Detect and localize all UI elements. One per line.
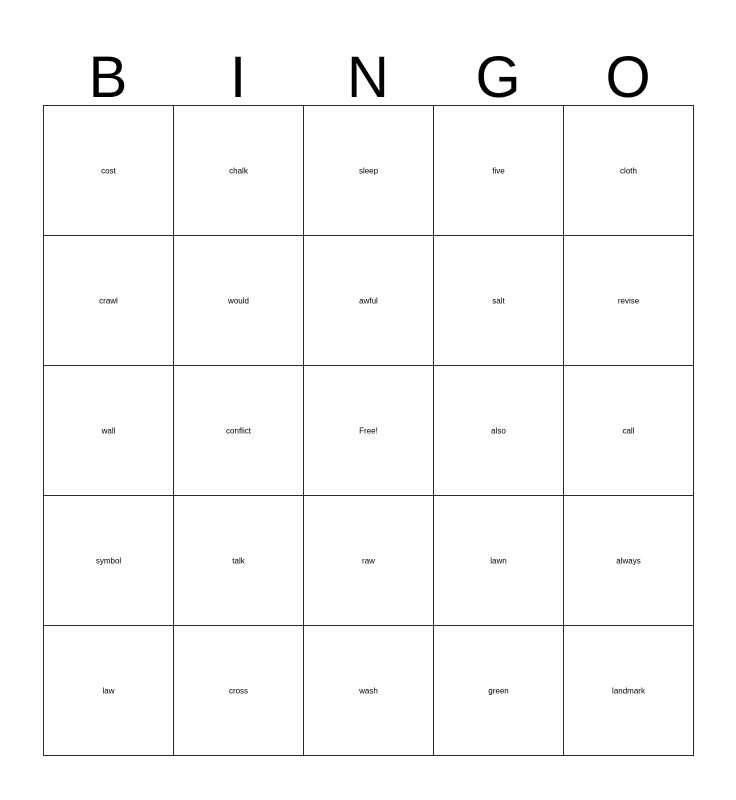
bingo-cell[interactable]: law <box>44 626 174 756</box>
bingo-cell-label: talk <box>232 555 245 565</box>
bingo-header-letter-n: N <box>347 44 389 110</box>
bingo-cell-label: call <box>622 425 635 435</box>
bingo-cell-label: revise <box>617 295 640 305</box>
bingo-cell-label: chalk <box>229 165 248 175</box>
bingo-header-letter-b: B <box>88 44 128 110</box>
bingo-header-letter-o: O <box>605 44 651 110</box>
bingo-cell[interactable]: cost <box>44 106 174 236</box>
bingo-cell-label: law <box>102 685 115 695</box>
bingo-cell[interactable]: chalk <box>174 106 304 236</box>
bingo-cell-label: also <box>491 425 506 435</box>
bingo-cell-label: conflict <box>226 425 251 435</box>
bingo-cell-label: wash <box>359 685 378 695</box>
bingo-cell[interactable]: talk <box>174 496 304 626</box>
bingo-cell[interactable]: salt <box>434 236 564 366</box>
bingo-cell-free[interactable]: Free! <box>304 366 434 496</box>
bingo-cell[interactable]: sleep <box>304 106 434 236</box>
bingo-cell-label: symbol <box>95 555 122 565</box>
bingo-cell-label: cost <box>101 165 116 175</box>
bingo-header: B I N G O <box>43 28 693 110</box>
bingo-row: crawl would awful salt revise <box>44 236 694 366</box>
bingo-header-letter-g: G <box>475 44 521 110</box>
bingo-cell[interactable]: wash <box>304 626 434 756</box>
bingo-cell[interactable]: cross <box>174 626 304 756</box>
bingo-cell-label: lawn <box>490 555 507 565</box>
bingo-cell-label: raw <box>362 555 375 565</box>
bingo-cell[interactable]: wall <box>44 366 174 496</box>
bingo-cell-label: sleep <box>358 165 379 175</box>
bingo-cell[interactable]: revise <box>564 236 694 366</box>
bingo-cell[interactable]: always <box>564 496 694 626</box>
bingo-cell-label: crawl <box>99 295 118 305</box>
bingo-cell-label: green <box>488 685 509 695</box>
bingo-cell[interactable]: lawn <box>434 496 564 626</box>
bingo-free-space-label: Free! <box>359 425 378 435</box>
bingo-grid: cost chalk sleep five cloth crawl would … <box>43 105 694 756</box>
bingo-row: symbol talk raw lawn always <box>44 496 694 626</box>
bingo-cell-label: wall <box>101 425 116 435</box>
bingo-row: law cross wash green landmark <box>44 626 694 756</box>
bingo-cell-label: cloth <box>620 165 637 175</box>
bingo-cell[interactable]: raw <box>304 496 434 626</box>
bingo-cell-label: salt <box>492 295 505 305</box>
bingo-cell-label: landmark <box>612 685 645 695</box>
bingo-cell[interactable]: also <box>434 366 564 496</box>
bingo-header-letter-i: I <box>229 44 247 110</box>
bingo-cell-label: always <box>616 555 641 565</box>
bingo-cell[interactable]: conflict <box>174 366 304 496</box>
bingo-row: cost chalk sleep five cloth <box>44 106 694 236</box>
bingo-cell[interactable]: awful <box>304 236 434 366</box>
bingo-row: wall conflict Free! also call <box>44 366 694 496</box>
bingo-cell[interactable]: crawl <box>44 236 174 366</box>
bingo-cell[interactable]: five <box>434 106 564 236</box>
bingo-cell[interactable]: landmark <box>564 626 694 756</box>
bingo-cell-label: would <box>228 295 249 305</box>
bingo-cell[interactable]: call <box>564 366 694 496</box>
bingo-cell[interactable]: cloth <box>564 106 694 236</box>
bingo-cell-label: cross <box>228 685 249 695</box>
bingo-cell[interactable]: green <box>434 626 564 756</box>
bingo-card: B I N G O cost chalk sleep five cloth cr… <box>0 0 736 800</box>
bingo-cell-label: awful <box>359 295 378 305</box>
bingo-cell-label: five <box>492 165 505 175</box>
bingo-cell[interactable]: symbol <box>44 496 174 626</box>
bingo-cell[interactable]: would <box>174 236 304 366</box>
